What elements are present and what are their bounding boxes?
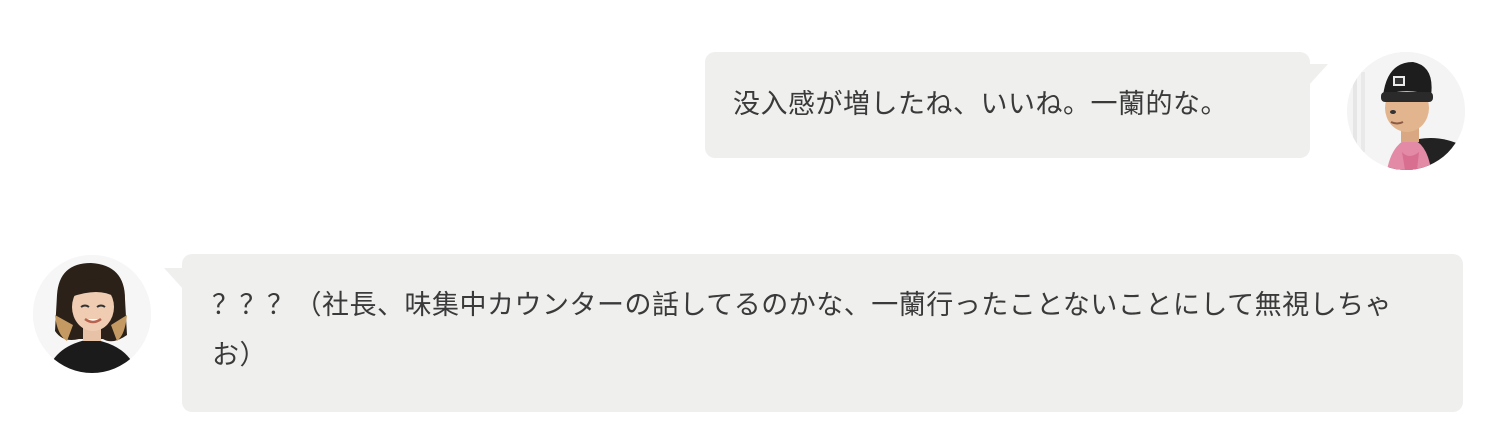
bubble-tail [164, 268, 184, 290]
chat-bubble-left: ？？？（社長、味集中カウンターの話してるのかな、一蘭行ったことないことにして無視… [164, 254, 1463, 412]
chat-bubble-right: 没入感が増したね、いいね。一蘭的な。 [705, 52, 1328, 158]
avatar-woman-ombre [33, 255, 151, 373]
woman-ombre-avatar-icon [33, 255, 151, 373]
message-text: ？？？（社長、味集中カウンターの話してるのかな、一蘭行ったことないことにして無視… [212, 290, 1393, 371]
man-beanie-avatar-icon [1347, 52, 1465, 170]
avatar-man-beanie [1347, 52, 1465, 170]
message-text: 没入感が増したね、いいね。一蘭的な。 [733, 89, 1228, 120]
bubble-tail [1308, 64, 1328, 86]
